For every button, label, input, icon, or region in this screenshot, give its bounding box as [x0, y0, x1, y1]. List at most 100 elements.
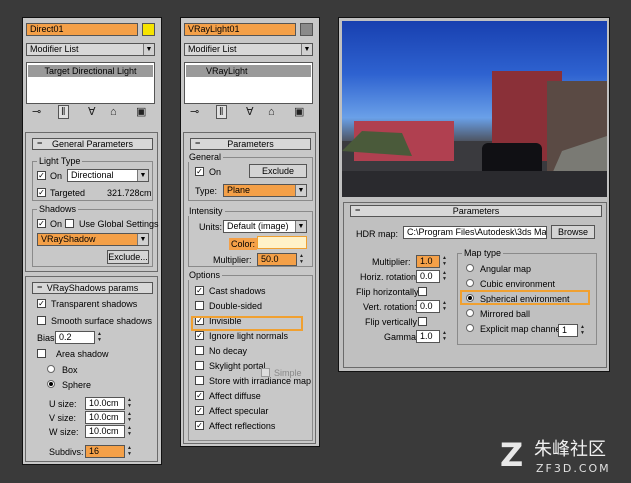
spinner-arrows-icon[interactable]: ▲ ▼	[441, 255, 448, 268]
vray-light-panel: VRayLight01 Modifier List ▼ VRayLight ⊸ …	[180, 17, 320, 447]
make-unique-icon[interactable]: ∀	[246, 106, 254, 118]
flip-horizontal-checkbox[interactable]	[418, 287, 427, 296]
option-checkbox[interactable]: ✓	[195, 421, 204, 430]
targeted-checkbox[interactable]: ✓	[37, 188, 46, 197]
general-parameters-header[interactable]: − General Parameters	[32, 138, 153, 150]
bias-label: Bias:	[37, 333, 58, 343]
exclude-button[interactable]: Exclude...	[107, 250, 149, 264]
map-type-label: Angular map	[480, 264, 532, 274]
configure-sets-icon[interactable]: ▣	[136, 106, 146, 118]
stack-item[interactable]: Target Directional Light	[28, 65, 153, 77]
remove-modifier-icon[interactable]: ⌂	[268, 106, 275, 118]
stack-item[interactable]: VRayLight	[186, 65, 311, 77]
spinner-arrows-icon[interactable]: ▲ ▼	[96, 331, 103, 344]
shadow-type-dropdown[interactable]: VRayShadow ▼	[37, 233, 149, 246]
option-label: Skylight portal	[209, 361, 266, 371]
object-color-swatch[interactable]	[142, 23, 155, 36]
option-label: No decay	[209, 346, 248, 356]
light-type-value: Directional	[71, 170, 114, 180]
channel-field[interactable]: 1	[558, 324, 578, 337]
object-name-field[interactable]: Direct01	[26, 23, 138, 36]
gamma-field[interactable]: 1.0	[416, 330, 440, 343]
sphere-radio[interactable]	[47, 380, 55, 388]
map-type-label: Explicit map channel	[480, 324, 563, 334]
light-type-dropdown[interactable]: Directional ▼	[67, 169, 149, 182]
browse-button[interactable]: Browse	[551, 225, 595, 239]
v-size-label: V size:	[49, 413, 77, 423]
area-shadow-checkbox[interactable]	[37, 349, 46, 358]
gamma-label: Gamma:	[384, 332, 419, 342]
modifier-list-label: Modifier List	[188, 44, 237, 54]
v-size-field[interactable]: 10.0cm	[85, 411, 125, 424]
exclude-button[interactable]: Exclude	[249, 164, 307, 178]
u-size-field[interactable]: 10.0cm	[85, 397, 125, 410]
modifier-list-dropdown[interactable]: Modifier List ▼	[26, 43, 155, 56]
sphere-label: Sphere	[62, 380, 92, 390]
map-type-radio[interactable]	[466, 324, 474, 332]
map-type-radio[interactable]	[466, 309, 474, 317]
object-color-swatch[interactable]	[300, 23, 313, 36]
parameters-header[interactable]: − Parameters	[190, 138, 311, 150]
multiplier-field[interactable]: 50.0	[257, 253, 297, 266]
option-checkbox[interactable]: ✓	[195, 391, 204, 400]
spinner-arrows-icon[interactable]: ▲ ▼	[126, 445, 133, 458]
modifier-list-dropdown[interactable]: Modifier List ▼	[184, 43, 313, 56]
option-checkbox[interactable]	[195, 301, 204, 310]
spinner-arrows-icon[interactable]: ▲ ▼	[579, 324, 586, 337]
vray-shadows-header[interactable]: − VRayShadows params	[32, 282, 153, 294]
option-checkbox[interactable]	[195, 376, 204, 385]
rollout-title: Parameters	[452, 206, 500, 216]
object-name-field[interactable]: VRayLight01	[184, 23, 296, 36]
smooth-shadows-checkbox[interactable]	[37, 316, 46, 325]
transparent-shadows-label: Transparent shadows	[51, 299, 138, 309]
show-end-result-icon[interactable]: ‖	[58, 105, 69, 119]
flip-vertical-checkbox[interactable]	[418, 317, 427, 326]
spinner-arrows-icon[interactable]: ▲ ▼	[298, 253, 305, 266]
use-global-checkbox[interactable]	[65, 219, 74, 228]
simple-checkbox[interactable]	[261, 368, 270, 377]
direct-light-panel: Direct01 Modifier List ▼ Target Directio…	[22, 17, 162, 465]
units-dropdown[interactable]: Default (image) ▼	[223, 220, 307, 233]
map-type-radio[interactable]	[466, 264, 474, 272]
shadows-on-checkbox[interactable]: ✓	[37, 219, 46, 228]
map-type-label: Cubic environment	[480, 279, 556, 289]
spinner-arrows-icon[interactable]: ▲ ▼	[441, 300, 448, 313]
option-label: Affect diffuse	[209, 391, 261, 401]
make-unique-icon[interactable]: ∀	[88, 106, 96, 118]
general-parameters-rollout: − General Parameters Light Type ✓ On Dire…	[25, 132, 159, 272]
spinner-arrows-icon[interactable]: ▲ ▼	[126, 411, 133, 424]
bias-field[interactable]: 0.2	[55, 331, 95, 344]
option-checkbox[interactable]	[195, 361, 204, 370]
configure-sets-icon[interactable]: ▣	[294, 106, 304, 118]
parameters-header[interactable]: − Parameters	[350, 205, 602, 217]
pin-stack-icon[interactable]: ⊸	[32, 106, 41, 118]
subdivs-field[interactable]: 16	[85, 445, 125, 458]
option-checkbox[interactable]: ✓	[195, 406, 204, 415]
option-checkbox[interactable]	[195, 346, 204, 355]
light-on-checkbox[interactable]: ✓	[37, 171, 46, 180]
hdr-path-field[interactable]: C:\Program Files\Autodesk\3ds Max S	[403, 226, 547, 239]
shadow-type-value: VRayShadow	[41, 234, 96, 244]
box-radio[interactable]	[47, 365, 55, 373]
spinner-arrows-icon[interactable]: ▲ ▼	[126, 397, 133, 410]
multiplier-field[interactable]: 1.0	[416, 255, 440, 268]
light-type-dropdown[interactable]: Plane ▼	[223, 184, 307, 197]
w-size-field[interactable]: 10.0cm	[85, 425, 125, 438]
show-end-result-icon[interactable]: ‖	[216, 105, 227, 119]
chevron-down-icon: ▼	[137, 234, 148, 245]
intensity-group: Intensity Units: Default (image) ▼ Color…	[187, 206, 313, 267]
spinner-arrows-icon[interactable]: ▲ ▼	[126, 425, 133, 438]
transparent-shadows-checkbox[interactable]: ✓	[37, 299, 46, 308]
watermark-domain: ZF3D.COM	[536, 462, 611, 475]
remove-modifier-icon[interactable]: ⌂	[110, 106, 117, 118]
option-checkbox[interactable]: ✓	[195, 331, 204, 340]
light-color-swatch[interactable]	[257, 236, 307, 249]
vert-rotation-field[interactable]: 0.0	[416, 300, 440, 313]
spinner-arrows-icon[interactable]: ▲ ▼	[441, 330, 448, 343]
horiz-rotation-field[interactable]: 0.0	[416, 270, 440, 283]
spinner-arrows-icon[interactable]: ▲ ▼	[441, 270, 448, 283]
pin-stack-icon[interactable]: ⊸	[190, 106, 199, 118]
option-checkbox[interactable]: ✓	[195, 286, 204, 295]
light-on-checkbox[interactable]: ✓	[195, 167, 204, 176]
map-type-radio[interactable]	[466, 279, 474, 287]
